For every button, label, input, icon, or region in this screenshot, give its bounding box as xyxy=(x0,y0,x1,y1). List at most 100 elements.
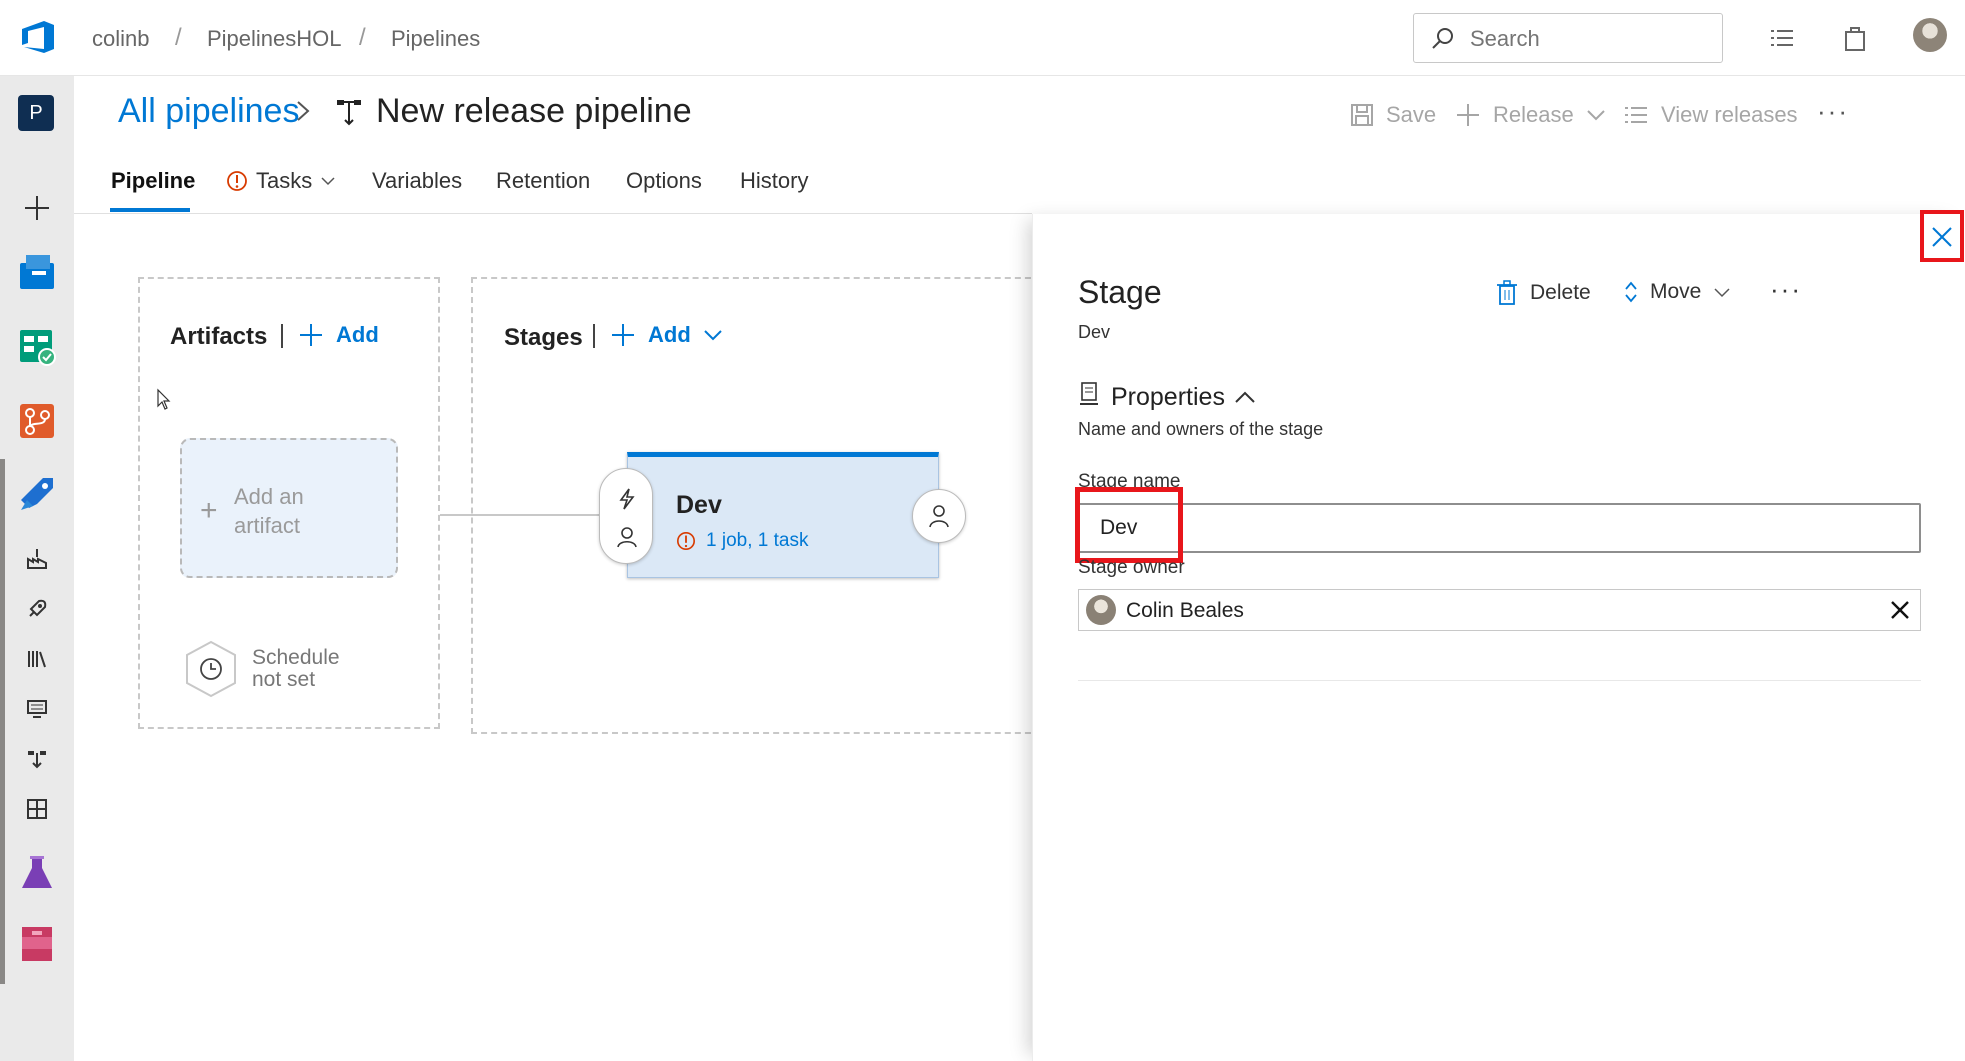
marketplace-bag-icon[interactable] xyxy=(1839,22,1871,54)
move-label: Move xyxy=(1650,280,1702,303)
more-actions-button[interactable]: ··· xyxy=(1817,96,1849,127)
repos-icon[interactable] xyxy=(17,401,57,441)
task-groups-icon[interactable] xyxy=(17,689,57,729)
stage-card-dev[interactable]: Dev 1 job, 1 task xyxy=(627,452,939,578)
properties-icon xyxy=(1080,382,1098,405)
title-separator xyxy=(281,324,283,348)
test-plans-flask-icon[interactable] xyxy=(17,853,57,893)
move-arrows-icon xyxy=(1625,281,1637,303)
stage-tasks-link[interactable]: 1 job, 1 task xyxy=(676,530,808,552)
post-deployment-conditions[interactable] xyxy=(912,489,966,543)
schedule-line-2: not set xyxy=(252,668,316,691)
add-stage-link[interactable]: Add xyxy=(610,322,723,348)
work-items-list-icon[interactable] xyxy=(1766,22,1798,54)
view-releases-label: View releases xyxy=(1661,102,1798,127)
search-box[interactable] xyxy=(1413,13,1723,63)
tab-history[interactable]: History xyxy=(740,168,808,194)
release-pipeline-icon xyxy=(337,100,361,126)
add-artifact-link[interactable]: Add xyxy=(298,322,379,348)
approver-person-icon xyxy=(617,527,637,548)
library-icon[interactable] xyxy=(17,639,57,679)
plus-icon xyxy=(612,324,634,346)
search-input[interactable] xyxy=(1470,26,1700,52)
breadcrumb-separator: / xyxy=(359,24,366,51)
schedule-clock-icon[interactable] xyxy=(184,640,238,698)
chevron-right-icon xyxy=(297,101,310,121)
project-badge[interactable]: P xyxy=(18,95,54,131)
save-button[interactable]: Save xyxy=(1350,102,1436,128)
tab-variables[interactable]: Variables xyxy=(372,168,462,194)
breadcrumb-pipelines[interactable]: Pipelines xyxy=(391,26,480,52)
move-stage-button[interactable]: Move xyxy=(1624,280,1731,304)
add-label: Add xyxy=(648,322,691,347)
title-separator xyxy=(593,324,595,348)
warning-circle-icon xyxy=(227,171,247,191)
tabs-divider xyxy=(74,213,1032,214)
properties-description: Name and owners of the stage xyxy=(1078,419,1324,439)
approver-person-icon xyxy=(929,505,949,528)
owner-name: Colin Beales xyxy=(1126,599,1244,622)
breadcrumb-project[interactable]: PipelinesHOL xyxy=(207,26,342,52)
tab-retention[interactable]: Retention xyxy=(496,168,590,194)
clear-owner-icon[interactable] xyxy=(1889,599,1911,621)
warning-circle-icon xyxy=(677,532,695,550)
release-button[interactable]: Release xyxy=(1455,102,1606,128)
delete-stage-button[interactable]: Delete xyxy=(1496,280,1591,306)
panel-subtitle: Dev xyxy=(1078,322,1111,342)
trigger-lightning-icon xyxy=(619,488,635,510)
panel-more-button[interactable]: ··· xyxy=(1770,274,1802,305)
top-header: colinb / PipelinesHOL / Pipelines xyxy=(0,0,1965,76)
add-artifact-card[interactable]: + Add an artifact xyxy=(180,438,398,578)
view-releases-button[interactable]: View releases xyxy=(1623,102,1798,128)
tab-tasks-label: Tasks xyxy=(256,168,313,193)
artifacts-icon[interactable] xyxy=(17,924,57,964)
nav-active-indicator xyxy=(0,459,5,984)
panel-title: Stage xyxy=(1078,274,1162,310)
stages-title: Stages xyxy=(504,324,583,351)
overview-icon[interactable] xyxy=(17,252,57,292)
schedule-line-1: Schedule xyxy=(252,646,340,669)
save-label: Save xyxy=(1386,102,1437,127)
breadcrumb-org[interactable]: colinb xyxy=(92,26,149,52)
plus-icon xyxy=(300,324,322,346)
azure-devops-logo-icon[interactable] xyxy=(18,17,58,57)
list-icon xyxy=(1625,107,1647,123)
plus-icon: + xyxy=(200,494,218,527)
stage-name-highlight-box xyxy=(1075,487,1183,563)
left-nav-rail: P xyxy=(0,76,74,1061)
stage-owner-label: Stage owner xyxy=(1078,557,1185,578)
chevron-down-icon xyxy=(1587,110,1605,121)
tab-options[interactable]: Options xyxy=(626,168,702,194)
plus-icon xyxy=(1457,104,1479,126)
chevron-down-icon xyxy=(321,177,335,186)
tab-tasks[interactable]: Tasks xyxy=(226,168,336,194)
builds-icon[interactable] xyxy=(17,539,57,579)
add-label: Add xyxy=(336,322,379,347)
active-tab-indicator xyxy=(110,208,190,212)
search-icon xyxy=(1432,28,1453,49)
releases-rocket-icon[interactable] xyxy=(17,589,57,629)
pipelines-icon[interactable] xyxy=(17,474,57,514)
stage-card-name: Dev xyxy=(676,491,722,519)
stage-properties-panel xyxy=(1032,214,1965,1061)
user-avatar[interactable] xyxy=(1913,18,1947,52)
boards-icon[interactable] xyxy=(17,327,57,367)
owner-avatar xyxy=(1086,595,1116,625)
panel-divider xyxy=(1078,680,1921,681)
mouse-cursor-icon xyxy=(157,388,171,410)
save-icon xyxy=(1351,104,1373,126)
stage-owner-field[interactable]: Colin Beales xyxy=(1078,589,1921,631)
stage-name-field[interactable] xyxy=(1078,503,1921,553)
schedule-label[interactable]: Schedule not set xyxy=(252,647,362,691)
grid-icon[interactable] xyxy=(17,789,57,829)
tab-pipeline[interactable]: Pipeline xyxy=(111,168,195,194)
chevron-up-icon[interactable] xyxy=(1234,390,1256,404)
new-item-plus-icon[interactable] xyxy=(17,188,57,228)
properties-section-title[interactable]: Properties xyxy=(1111,383,1225,412)
close-icon[interactable] xyxy=(1931,226,1953,248)
all-pipelines-link[interactable]: All pipelines xyxy=(118,92,299,131)
release-label: Release xyxy=(1493,102,1574,127)
chevron-down-icon xyxy=(1714,288,1730,298)
pre-deployment-conditions[interactable] xyxy=(599,468,653,564)
deployment-groups-icon[interactable] xyxy=(17,739,57,779)
